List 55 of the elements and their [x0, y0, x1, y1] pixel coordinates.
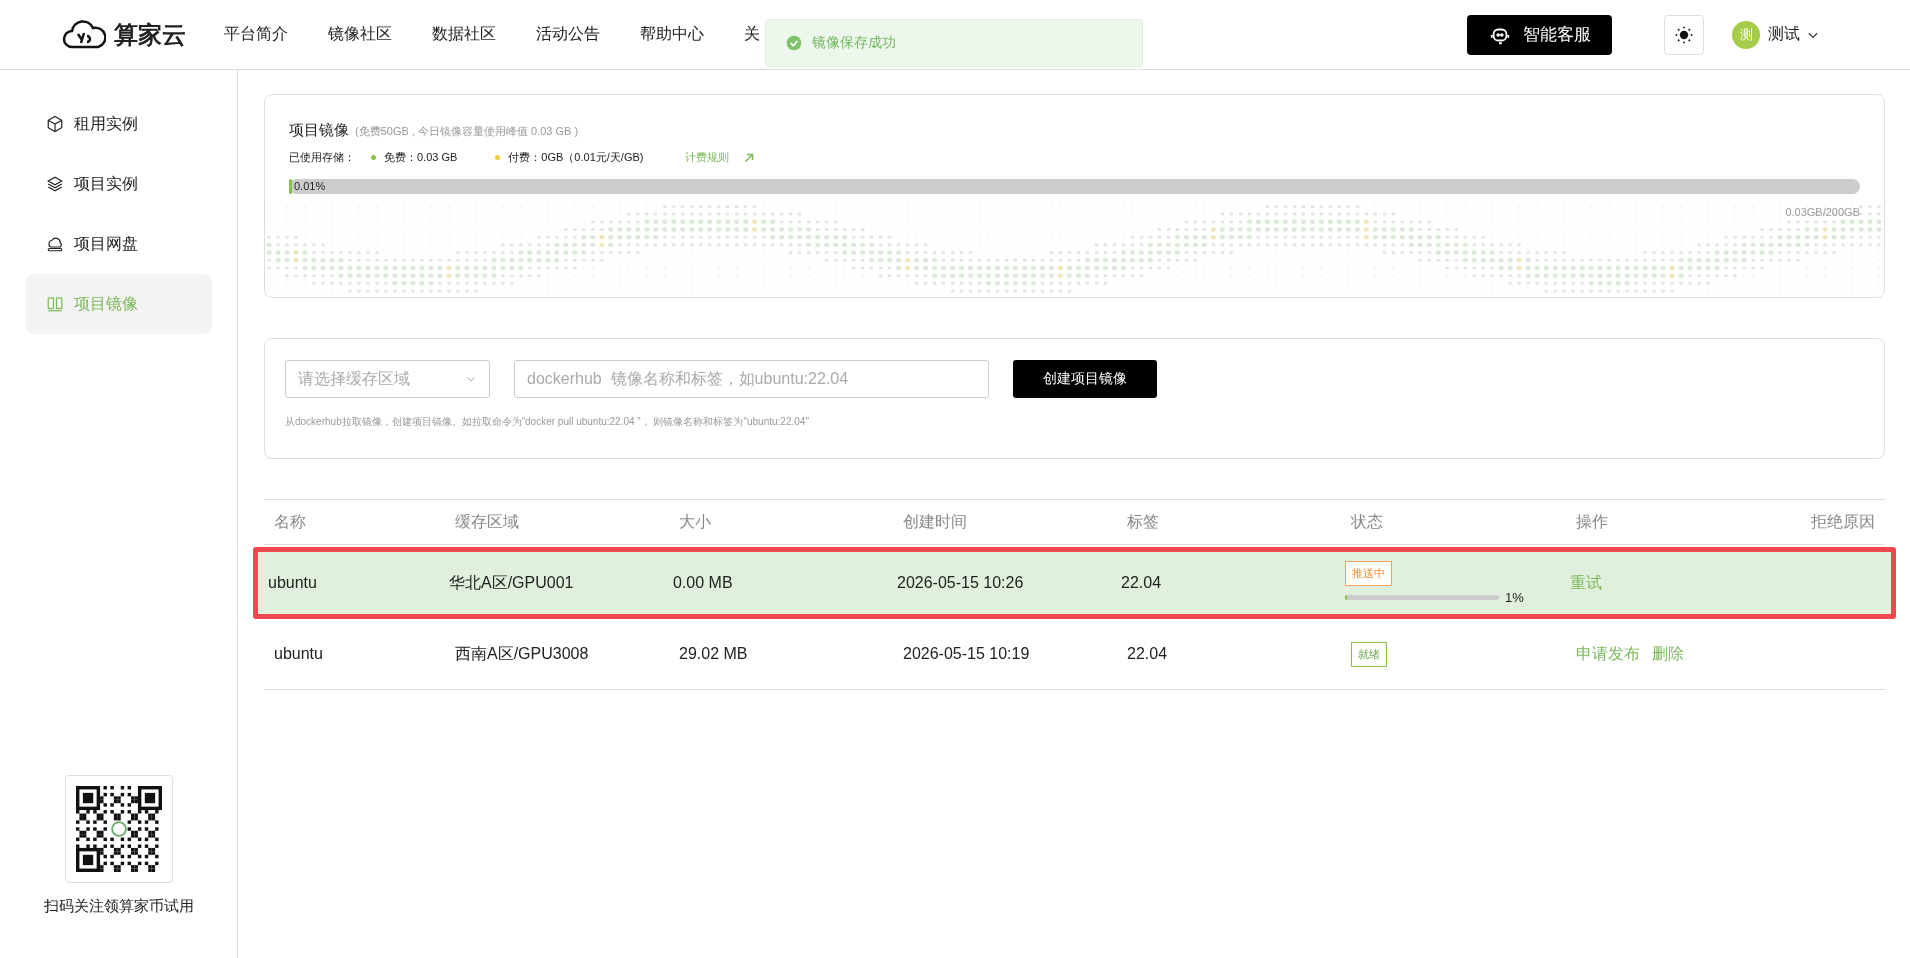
column-header: 缓存区域 [455, 511, 520, 532]
nav-link[interactable]: 活动公告 [536, 24, 600, 45]
nav-link[interactable]: 帮助中心 [640, 24, 704, 45]
table-cell-text: 华北A区/GPU001 [449, 572, 575, 593]
status-tag: 推送中 [1345, 561, 1392, 586]
sun-icon [1674, 24, 1694, 45]
table-cell-text: 2026-05-15 10:26 [897, 574, 1025, 592]
sidebar-item[interactable]: 项目实例 [25, 154, 212, 214]
column-header: 创建时间 [903, 511, 968, 532]
nav-link[interactable]: 关 [744, 24, 760, 45]
support-button[interactable]: 智能客服 [1467, 14, 1612, 55]
column-header: 大小 [679, 511, 712, 532]
table-cell-text: ubuntu [274, 645, 324, 663]
arrow-up-right-icon [743, 151, 756, 164]
table-cell-text: ubuntu [268, 574, 318, 592]
table-cell-text: 西南A区/GPU3008 [455, 643, 590, 664]
check-circle-icon [786, 35, 802, 51]
table-cell-text: 29.02 MB [679, 645, 749, 663]
create-image-button[interactable]: 创建项目镜像 [1013, 360, 1157, 398]
column-header: 状态 [1351, 511, 1384, 532]
column-header: 拒绝原因 [1810, 511, 1875, 532]
layers-icon [45, 175, 64, 193]
status-tag: 就绪 [1351, 641, 1387, 667]
table-cell-text: 22.04 [1127, 645, 1169, 663]
column-header: 标签 [1127, 511, 1160, 532]
table-row[interactable]: ubuntu 华北A区/GPU001 0.00 MB 2026-05-15 10:26 22.04 推送中 1% 重试 [253, 547, 1896, 619]
card-title: 项目镜像 [289, 121, 349, 140]
qr-caption: 扫码关注领算家币试用 [43, 897, 194, 916]
table-cell-text: 2026-05-15 10:19 [903, 645, 1031, 663]
nav-link[interactable]: 平台简介 [224, 24, 288, 45]
table-cell-text: 0.00 MB [673, 574, 734, 592]
column-header: 操作 [1576, 511, 1609, 532]
progress-percent: 0.01% [294, 180, 326, 192]
table-cell-text: 22.04 [1121, 574, 1163, 592]
legend-text: 付费：0GB（0.01元/天/GB) [508, 150, 644, 165]
legend-text: 免费：0.03 GB [384, 150, 458, 165]
sidebar-item[interactable]: 租用实例 [25, 94, 212, 154]
cube-icon [45, 115, 64, 133]
card-subtitle: (免费50GB , 今日镜像容量使用峰值 0.03 GB ) [355, 124, 579, 139]
used-storage-label: 已使用存储： [289, 150, 355, 165]
cloud-disk-icon [45, 235, 64, 253]
columns-icon [45, 295, 64, 313]
image-name-input[interactable]: dockerhub 镜像名称和标签，如ubuntu:22.04 [514, 360, 989, 398]
brand-name: 算家云 [114, 19, 186, 50]
user-name[interactable]: 测试 [1768, 24, 1800, 45]
nav-link[interactable]: 镜像社区 [328, 24, 392, 45]
nav-link[interactable]: 数据社区 [432, 24, 496, 45]
storage-total: 0.03GB/200GB [1784, 206, 1860, 218]
push-progress-percent: 1% [1505, 590, 1524, 605]
theme-toggle-button[interactable] [1664, 14, 1704, 55]
cloud-logo-icon [62, 18, 106, 51]
column-header: 名称 [274, 511, 307, 532]
sidebar-item[interactable]: 项目网盘 [25, 214, 212, 274]
toast-message: 镜像保存成功 [812, 34, 896, 52]
form-hint: 从dockerhub拉取镜像，创建项目镜像。如拉取命令为“docker pull ubuntu:22.04 ”， 则镜像名称和标签为"ubuntu:22.04" [285, 415, 810, 429]
